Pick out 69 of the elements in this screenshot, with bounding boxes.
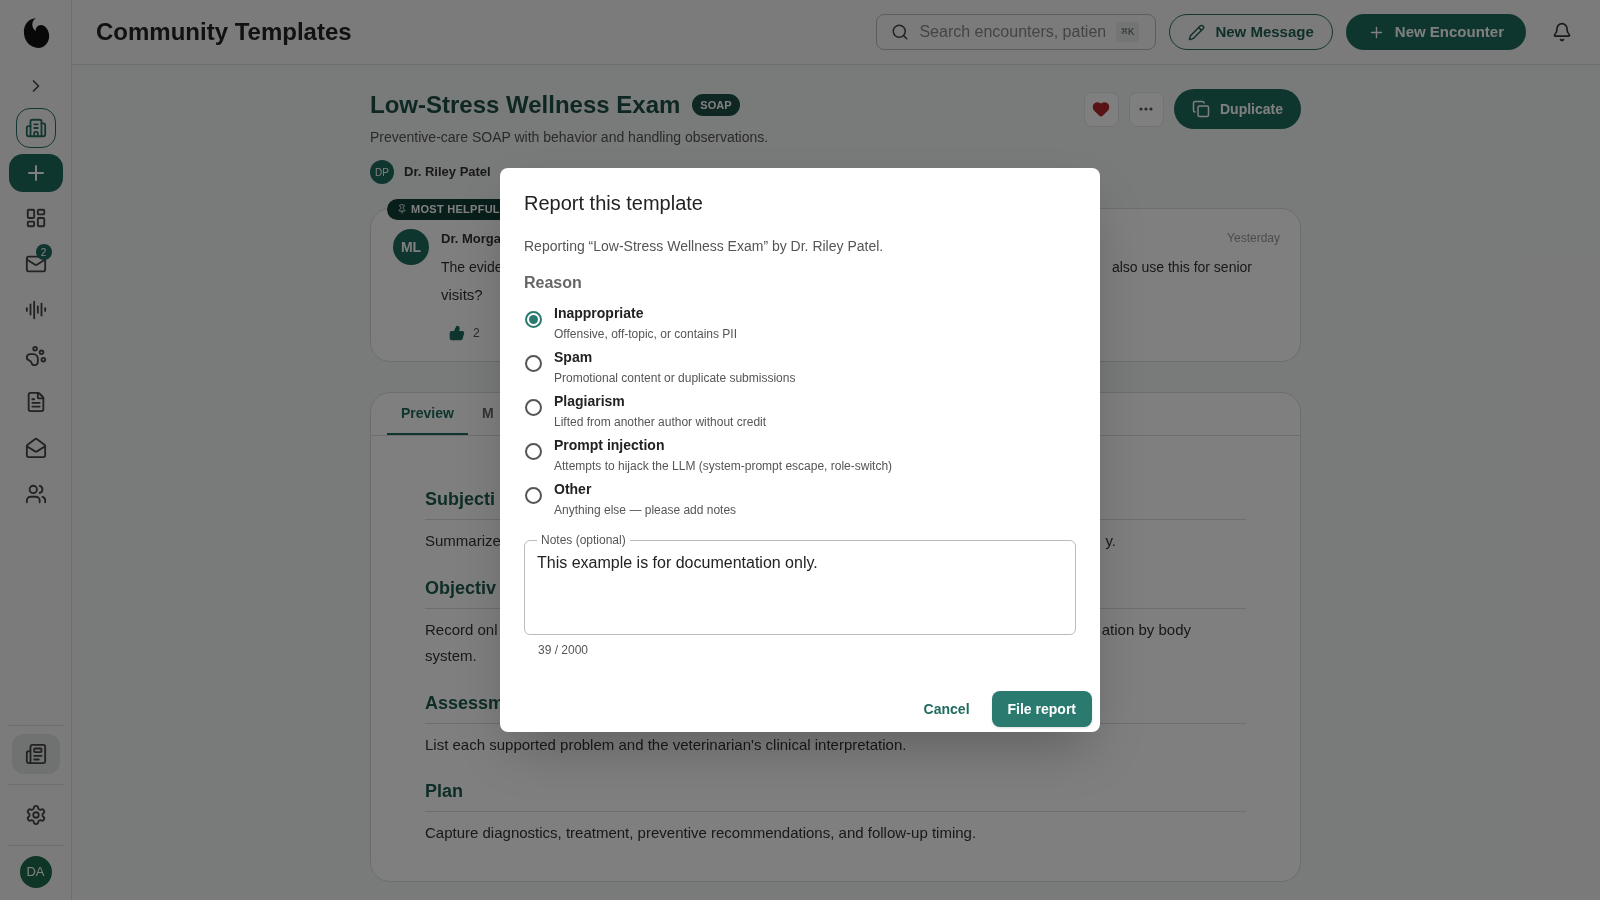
comment-text: also use this for senior <box>1111 257 1252 277</box>
commenter-avatar: ML <box>393 229 429 265</box>
radio-button[interactable] <box>525 443 542 460</box>
like-count: 2 <box>473 325 480 342</box>
template-description: Preventive-care SOAP with behavior and handling observations. <box>370 128 770 147</box>
search-icon <box>891 23 910 41</box>
add-button[interactable] <box>8 154 63 192</box>
reason-hint: Offensive, off-topic, or contains PII <box>554 326 737 343</box>
radio-button[interactable] <box>525 355 542 372</box>
shortcut-hint: ⌘K <box>1116 21 1140 43</box>
section-text: system. <box>425 646 477 666</box>
open-envelope-icon <box>24 437 47 459</box>
tab[interactable]: M <box>467 393 508 435</box>
comment-text: visits? <box>441 284 484 305</box>
comment-text: The evide <box>441 257 503 277</box>
reason-title: Plagiarism <box>554 392 626 411</box>
favorite-button[interactable] <box>1084 91 1119 127</box>
dialog-title: Report this template <box>524 191 704 216</box>
new-encounter-button[interactable]: New Encounter <box>1345 14 1526 50</box>
template-type-badge: SOAP <box>692 93 740 117</box>
cancel-button[interactable]: Cancel <box>913 691 980 727</box>
nav-item[interactable] <box>15 108 56 148</box>
section-text: ation by body <box>1101 619 1191 640</box>
section-text: Capture diagnostics, treatment, preventive recommendations, and follow-up timing. <box>425 823 977 843</box>
paw-icon <box>24 345 47 367</box>
commenter-name: Dr. Morga <box>441 230 501 248</box>
reason-hint: Attempts to hijack the LLM (system-prompt escape, role-switch) <box>554 458 893 475</box>
page-title: Community Templates <box>96 17 352 47</box>
tab[interactable]: Preview <box>387 393 468 435</box>
radio-button[interactable] <box>525 399 542 416</box>
nav-item[interactable]: 2 <box>11 244 60 284</box>
file-report-button[interactable]: File report <box>991 691 1092 727</box>
section-heading: Plan <box>425 778 1246 812</box>
reason-title: Prompt injection <box>554 436 666 455</box>
character-counter: 39 / 2000 <box>538 642 590 659</box>
author-avatar: DP <box>370 160 394 184</box>
heart-icon <box>1092 100 1111 118</box>
waveform-icon <box>24 299 47 321</box>
radio-button[interactable] <box>525 487 542 504</box>
nav-item[interactable] <box>11 734 60 774</box>
settings-icon <box>24 804 47 826</box>
section-text: y. <box>1105 531 1116 551</box>
reason-title: Inappropriate <box>554 304 645 323</box>
notification-badge: 2 <box>35 244 52 260</box>
template-title: Low-Stress Wellness Exam <box>370 90 681 120</box>
pin-icon <box>397 204 407 215</box>
reason-hint: Lifted from another author without credit <box>554 414 767 431</box>
section-text: Record onl <box>425 619 498 640</box>
notes-label: Notes (optional) <box>540 532 627 549</box>
dashboard-icon <box>24 207 47 229</box>
duplicate-button[interactable]: Duplicate <box>1174 89 1301 129</box>
reason-hint: Anything else — please add notes <box>554 502 737 519</box>
author-name: Dr. Riley Patel <box>404 163 491 182</box>
building-icon <box>24 117 47 139</box>
user-avatar[interactable]: DA <box>19 856 52 888</box>
section-text: List each supported problem and the veterinarian's clinical interpretation. <box>425 734 907 755</box>
more-icon <box>1139 107 1154 111</box>
dialog-subtitle: Reporting “Low-Stress Wellness Exam” by Dr. Riley Patel. <box>524 237 885 256</box>
users-icon <box>24 483 47 505</box>
copy-icon <box>1192 100 1210 118</box>
reason-label: Reason <box>524 273 583 293</box>
thumbs-up-icon[interactable] <box>449 325 465 341</box>
reason-title: Spam <box>554 348 594 367</box>
pencil-icon <box>1188 23 1206 41</box>
section-text: Summarize <box>425 531 501 551</box>
notifications-icon[interactable] <box>1552 22 1572 42</box>
radio-button[interactable] <box>525 311 542 328</box>
reason-hint: Promotional content or duplicate submissions <box>554 370 796 387</box>
library-icon <box>24 743 47 765</box>
